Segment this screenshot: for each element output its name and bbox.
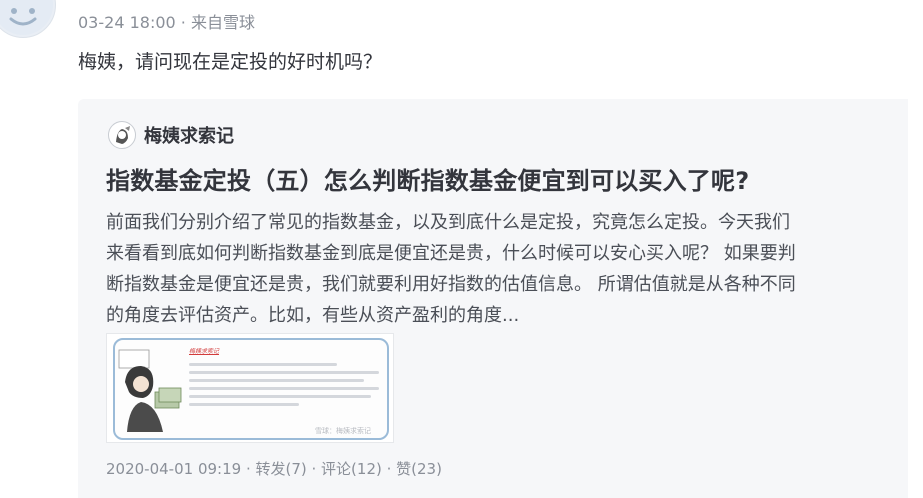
thumbnail-text-lines: [189, 358, 379, 411]
meta-separator: ·: [180, 13, 186, 32]
thumbnail-frame: 梅姨求索记 雪球：梅姨求索记: [113, 338, 389, 440]
excerpt-line: 断指数基金是便宜还是贵，我们就要利用好指数的估值信息。 所谓估值就是从各种不同: [106, 274, 796, 295]
post-meta: 03-24 18:00 · 来自雪球: [78, 9, 255, 33]
retro-woman-illustration-icon: [118, 349, 182, 432]
card-author-name[interactable]: 梅姨求索记: [144, 122, 234, 148]
linked-article-card[interactable]: 梅姨求索记 指数基金定投（五）怎么判断指数基金便宜到可以买入了呢? 前面我们分别…: [78, 99, 908, 498]
smiley-face-icon: [0, 0, 53, 35]
card-footer: 2020-04-01 09:19 · 转发(7) · 评论(12) · 赞(23…: [106, 458, 442, 479]
card-header: 梅姨求索记: [108, 121, 234, 149]
repost-link[interactable]: 转发(7): [255, 460, 306, 478]
article-thumbnail[interactable]: 梅姨求索记 雪球：梅姨求索记: [106, 333, 394, 443]
post-timestamp: 03-24 18:00: [78, 13, 176, 32]
post-page: 03-24 18:00 · 来自雪球 梅姨，请问现在是定投的好时机吗？ 梅姨求索…: [0, 0, 923, 498]
author-logo-icon[interactable]: [108, 121, 136, 149]
footer-separator: ·: [381, 460, 397, 478]
excerpt-line: 前面我们分别介绍了常见的指数基金，以及到底什么是定投，究竟怎么定投。今天我们: [106, 212, 790, 233]
card-date: 2020-04-01 09:19: [106, 460, 242, 478]
post-source: 来自雪球: [190, 13, 255, 32]
comment-link[interactable]: 评论(12): [321, 460, 382, 478]
excerpt-line: 的角度去评估资产。比如，有些从资产盈利的角度...: [106, 305, 520, 326]
avatar[interactable]: [0, 0, 56, 38]
card-title[interactable]: 指数基金定投（五）怎么判断指数基金便宜到可以买入了呢?: [106, 161, 749, 196]
excerpt-line: 来看看到底如何判断指数基金到底是便宜还是贵，什么时候可以安心买入呢？ 如果要判: [106, 243, 796, 264]
card-excerpt: 前面我们分别介绍了常见的指数基金，以及到底什么是定投，究竟怎么定投。今天我们 来…: [106, 207, 876, 331]
thumbnail-title: 梅姨求索记: [189, 348, 220, 355]
like-link[interactable]: 赞(23): [396, 460, 442, 478]
footer-separator: ·: [241, 460, 256, 478]
post-text: 梅姨，请问现在是定投的好时机吗？: [78, 51, 383, 73]
thumbnail-watermark: 雪球：梅姨求索记: [315, 427, 371, 435]
footer-separator: ·: [306, 460, 322, 478]
